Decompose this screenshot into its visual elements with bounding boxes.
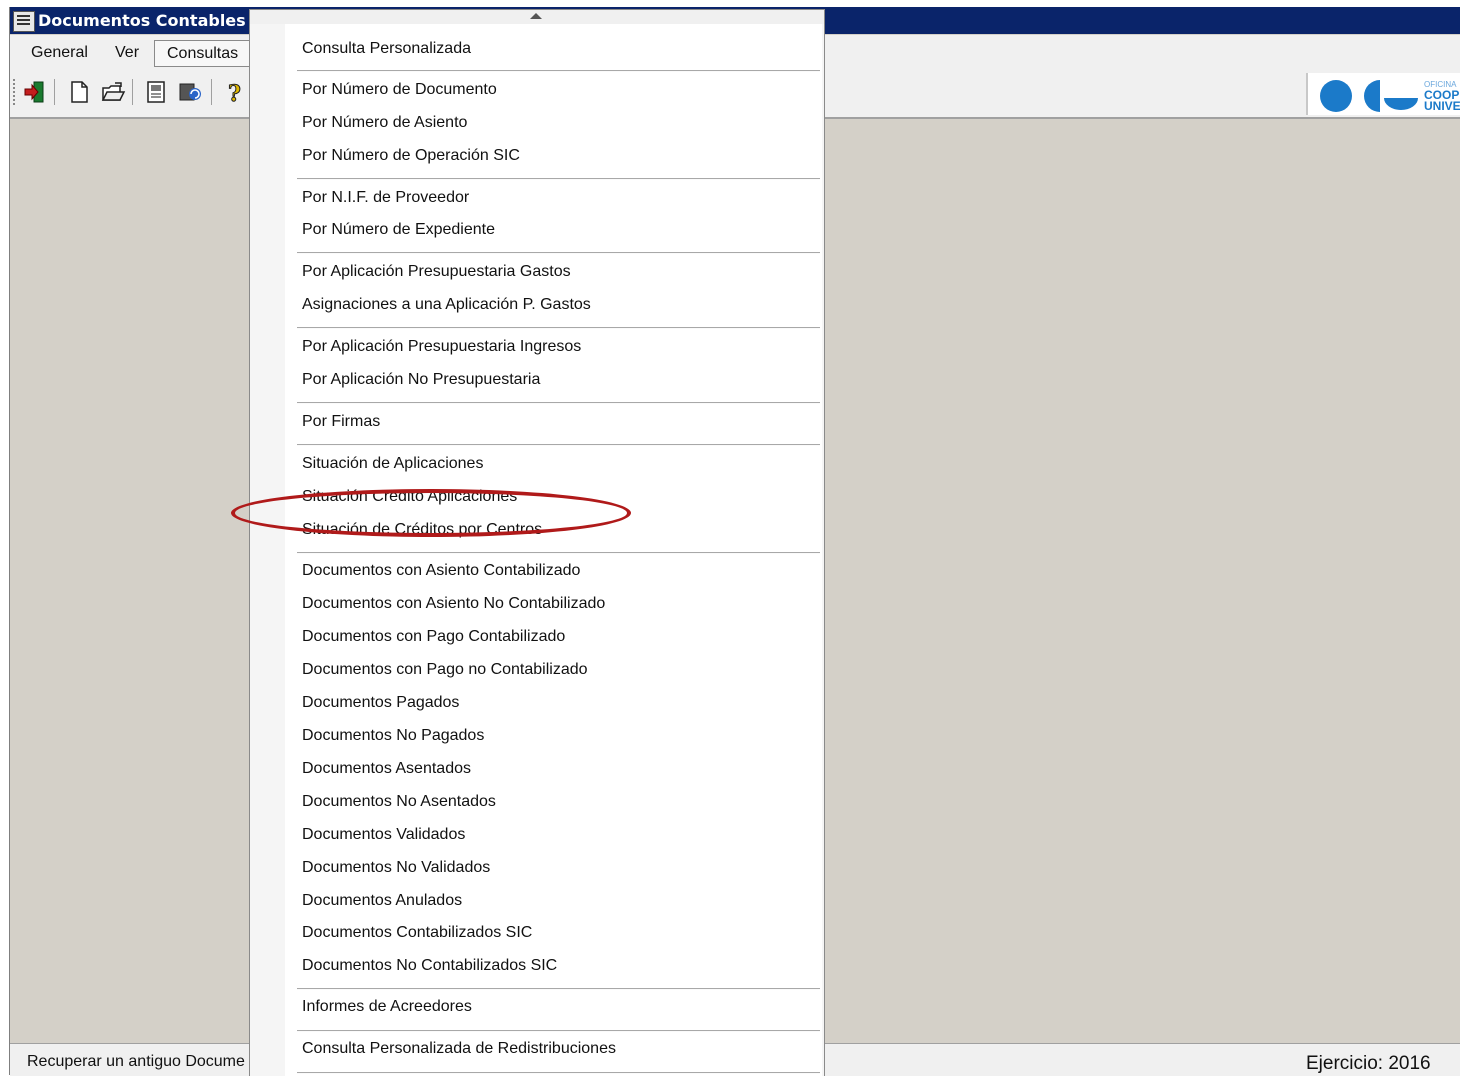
menu-item-por-numero-operacion-sic[interactable]: Por Número de Operación SIC <box>302 147 520 165</box>
menu-item-por-nif-proveedor[interactable]: Por N.I.F. de Proveedor <box>302 189 469 207</box>
menu-item-informes-acreedores[interactable]: Informes de Acreedores <box>302 998 472 1016</box>
menu-separator <box>297 1072 820 1074</box>
menu-item-documentos-no-asentados[interactable]: Documentos No Asentados <box>302 793 496 811</box>
logo-text: OFICINA COOP UNIVE <box>1424 80 1460 113</box>
svg-text:?: ? <box>228 81 241 105</box>
menu-item-pago-no-contabilizado[interactable]: Documentos con Pago no Contabilizado <box>302 661 588 679</box>
menu-item-pago-contabilizado[interactable]: Documentos con Pago Contabilizado <box>302 628 565 646</box>
menu-item-consulta-redistribuciones[interactable]: Consulta Personalizada de Redistribucion… <box>302 1040 616 1058</box>
menu-item-asiento-contabilizado[interactable]: Documentos con Asiento Contabilizado <box>302 562 580 580</box>
menu-item-consulta-personalizada[interactable]: Consulta Personalizada <box>302 40 471 58</box>
menu-item-situacion-aplicaciones[interactable]: Situación de Aplicaciones <box>302 455 483 473</box>
menu-item-documentos-asentados[interactable]: Documentos Asentados <box>302 760 471 778</box>
menu-item-documentos-pagados[interactable]: Documentos Pagados <box>302 694 459 712</box>
toolbar-separator <box>211 79 212 105</box>
help-icon[interactable]: ? <box>222 79 248 108</box>
report-icon[interactable] <box>143 79 169 105</box>
menu-item-aplicacion-presupuestaria-gastos[interactable]: Por Aplicación Presupuestaria Gastos <box>302 263 571 281</box>
menu-item-por-firmas[interactable]: Por Firmas <box>302 413 380 431</box>
menu-separator <box>297 552 820 554</box>
menu-separator <box>297 1030 820 1032</box>
menu-separator <box>297 402 820 404</box>
menu-separator <box>297 988 820 990</box>
menu-item-documentos-no-pagados[interactable]: Documentos No Pagados <box>302 727 484 745</box>
new-document-icon[interactable] <box>66 79 92 105</box>
highlight-ellipse-annotation <box>231 489 631 537</box>
status-fiscal-year: Ejercicio: 2016 <box>1306 1053 1431 1074</box>
menu-item-documentos-no-validados[interactable]: Documentos No Validados <box>302 859 490 877</box>
status-message: Recuperar un antiguo Docume <box>27 1053 245 1070</box>
menu-item-documentos-validados[interactable]: Documentos Validados <box>302 826 465 844</box>
menu-item-no-contabilizados-sic[interactable]: Documentos No Contabilizados SIC <box>302 957 557 975</box>
menu-general[interactable]: General <box>19 40 100 65</box>
consultas-dropdown-menu: Consulta Personalizada Por Número de Doc… <box>249 9 825 1076</box>
menu-item-aplicacion-presupuestaria-ingresos[interactable]: Por Aplicación Presupuestaria Ingresos <box>302 338 581 356</box>
menu-separator <box>297 327 820 329</box>
menu-item-por-numero-documento[interactable]: Por Número de Documento <box>302 81 497 99</box>
menu-consultas[interactable]: Consultas <box>154 40 252 67</box>
toolbar-grip[interactable] <box>13 79 17 105</box>
toolbar-separator <box>132 79 133 105</box>
menu-item-por-numero-asiento[interactable]: Por Número de Asiento <box>302 114 467 132</box>
menu-item-asiento-no-contabilizado[interactable]: Documentos con Asiento No Contabilizado <box>302 595 605 613</box>
menu-scroll-up-arrow[interactable] <box>250 10 824 24</box>
app-icon <box>13 11 35 32</box>
toolbar-separator <box>54 79 55 105</box>
menu-separator <box>297 70 820 72</box>
menu-ver[interactable]: Ver <box>103 40 151 65</box>
menu-item-por-numero-expediente[interactable]: Por Número de Expediente <box>302 221 495 239</box>
organization-logo: OFICINA COOP UNIVE <box>1306 73 1460 115</box>
window-title: Documentos Contables <box>38 11 246 30</box>
menu-separator <box>297 444 820 446</box>
exit-icon[interactable] <box>22 79 48 105</box>
menu-separator <box>297 178 820 180</box>
open-folder-icon[interactable] <box>100 79 126 105</box>
menu-separator <box>297 252 820 254</box>
menu-item-aplicacion-no-presupuestaria[interactable]: Por Aplicación No Presupuestaria <box>302 371 540 389</box>
menu-item-contabilizados-sic[interactable]: Documentos Contabilizados SIC <box>302 924 532 942</box>
menu-item-documentos-anulados[interactable]: Documentos Anulados <box>302 892 462 910</box>
menu-panel: Consulta Personalizada Por Número de Doc… <box>285 24 822 1076</box>
refresh-icon[interactable] <box>177 79 203 105</box>
menu-item-asignaciones-aplicacion-gastos[interactable]: Asignaciones a una Aplicación P. Gastos <box>302 296 591 314</box>
